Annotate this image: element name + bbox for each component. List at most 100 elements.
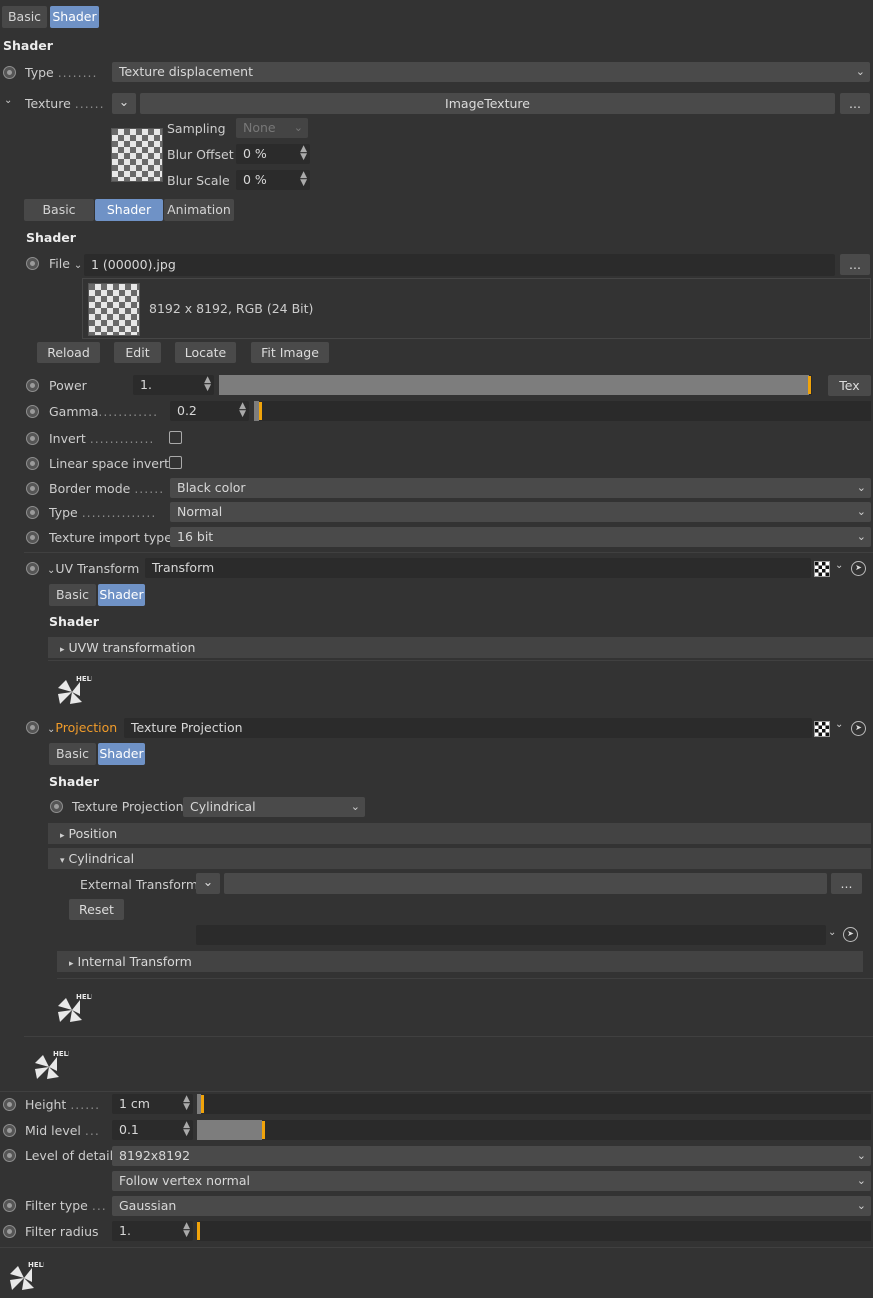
blur-offset-input[interactable]: 0 % ▲ ▼ xyxy=(236,144,310,164)
edit-button[interactable]: Edit xyxy=(114,342,161,363)
projection-label[interactable]: ⌄Projection xyxy=(47,720,117,735)
filter-radius-anim-radio[interactable] xyxy=(3,1225,16,1238)
height-slider[interactable] xyxy=(197,1094,871,1114)
internal-transform-section[interactable]: ▸ Internal Transform xyxy=(57,951,863,972)
height-anim-radio[interactable] xyxy=(3,1098,16,1111)
mid-level-anim-radio[interactable] xyxy=(3,1124,16,1137)
help-icon[interactable]: HELP xyxy=(4,1258,44,1298)
invert-checkbox[interactable] xyxy=(169,431,182,444)
type-anim-radio[interactable] xyxy=(3,66,16,79)
fit-image-button[interactable]: Fit Image xyxy=(251,342,329,363)
type-select[interactable]: Texture displacement ⌄ xyxy=(112,62,870,82)
stepper-icon[interactable]: ▲ ▼ xyxy=(239,402,246,419)
pick-arrow-icon[interactable]: ➤ xyxy=(851,561,866,576)
texture-menu-button[interactable]: ⌄ xyxy=(112,93,136,114)
filter-type-anim-radio[interactable] xyxy=(3,1199,16,1212)
tab-basic-top[interactable]: Basic xyxy=(2,6,47,28)
projection-anim-radio[interactable] xyxy=(26,721,39,734)
pick-arrow-icon[interactable]: ➤ xyxy=(851,721,866,736)
uvw-transformation-section[interactable]: ▸ UVW transformation xyxy=(48,637,873,658)
invert-anim-radio[interactable] xyxy=(26,432,39,445)
pick-arrow-icon[interactable]: ➤ xyxy=(843,927,858,942)
tex-button[interactable]: Tex xyxy=(828,375,871,396)
tex-projection-select[interactable]: Cylindrical ⌄ xyxy=(183,797,365,817)
uv-transform-field[interactable]: Transform xyxy=(145,558,811,578)
stepper-icon[interactable]: ▲ ▼ xyxy=(183,1121,190,1138)
border-mode-select[interactable]: Black color ⌄ xyxy=(170,478,871,498)
slider-knob[interactable] xyxy=(201,1095,204,1113)
divider xyxy=(24,552,873,553)
level-detail-select[interactable]: 8192x8192 ⌄ xyxy=(112,1146,871,1166)
stepper-icon[interactable]: ▲ ▼ xyxy=(300,171,307,188)
level-detail-anim-radio[interactable] xyxy=(3,1149,16,1162)
locate-button[interactable]: Locate xyxy=(175,342,236,363)
uv-transform-label[interactable]: ⌄UV Transform xyxy=(47,561,139,576)
mid-level-slider[interactable] xyxy=(197,1120,871,1140)
tab-shader-top[interactable]: Shader xyxy=(50,6,99,28)
slider-knob[interactable] xyxy=(808,376,811,394)
tex-projection-anim-radio[interactable] xyxy=(50,800,63,813)
stepper-icon[interactable]: ▲ ▼ xyxy=(183,1222,190,1239)
chevron-down-icon[interactable]: ⌄ xyxy=(828,927,836,938)
reset-button[interactable]: Reset xyxy=(69,899,124,920)
linear-invert-anim-radio[interactable] xyxy=(26,457,39,470)
stepper-icon[interactable]: ▲ ▼ xyxy=(204,376,211,393)
type2-anim-radio[interactable] xyxy=(26,506,39,519)
projection-field[interactable]: Texture Projection xyxy=(124,718,812,738)
divider xyxy=(0,1247,873,1248)
slider-knob[interactable] xyxy=(197,1222,200,1240)
slider-knob[interactable] xyxy=(259,402,262,420)
texture-shader-button[interactable]: ImageTexture xyxy=(140,93,835,114)
divider xyxy=(24,1036,873,1037)
type2-select[interactable]: Normal ⌄ xyxy=(170,502,871,522)
blur-scale-input[interactable]: 0 % ▲ ▼ xyxy=(236,170,310,190)
texture-collapse-icon[interactable]: ⌄ xyxy=(4,95,12,106)
tex-import-anim-radio[interactable] xyxy=(26,531,39,544)
external-transform-menu[interactable]: ⌄ xyxy=(196,873,220,894)
follow-normal-select[interactable]: Follow vertex normal ⌄ xyxy=(112,1171,871,1191)
proj-tab-shader[interactable]: Shader xyxy=(98,743,145,765)
chevron-down-icon[interactable]: ⌄ xyxy=(74,260,82,271)
position-section[interactable]: ▸ Position xyxy=(48,823,871,844)
linear-invert-checkbox[interactable] xyxy=(169,456,182,469)
tab-shader-inner[interactable]: Shader xyxy=(95,199,163,221)
external-transform-more[interactable]: ... xyxy=(831,873,862,894)
transform-link-field[interactable] xyxy=(196,925,826,945)
border-mode-anim-radio[interactable] xyxy=(26,482,39,495)
texture-more-button[interactable]: ... xyxy=(840,93,870,114)
power-slider[interactable] xyxy=(219,375,812,395)
uv-tab-basic[interactable]: Basic xyxy=(49,584,96,606)
proj-tab-basic[interactable]: Basic xyxy=(49,743,96,765)
reload-button[interactable]: Reload xyxy=(37,342,100,363)
filter-type-select[interactable]: Gaussian ⌄ xyxy=(112,1196,871,1216)
height-input[interactable]: 1 cm ▲ ▼ xyxy=(112,1094,193,1114)
chevron-down-icon[interactable]: ⌄ xyxy=(835,719,843,730)
power-anim-radio[interactable] xyxy=(26,379,39,392)
uv-tab-shader[interactable]: Shader xyxy=(98,584,145,606)
filter-radius-input[interactable]: 1. ▲ ▼ xyxy=(112,1221,193,1241)
stepper-icon[interactable]: ▲ ▼ xyxy=(300,145,307,162)
gamma-anim-radio[interactable] xyxy=(26,405,39,418)
filter-type-label: Filter type ... xyxy=(25,1198,107,1213)
tab-basic-inner[interactable]: Basic xyxy=(24,199,94,221)
tab-animation-inner[interactable]: Animation xyxy=(164,199,234,221)
file-anim-radio[interactable] xyxy=(26,257,39,270)
uv-transform-anim-radio[interactable] xyxy=(26,562,39,575)
cylindrical-section[interactable]: ▾ Cylindrical xyxy=(48,848,871,869)
chevron-down-icon[interactable]: ⌄ xyxy=(835,560,843,571)
help-icon[interactable]: HELP xyxy=(29,1047,69,1087)
tex-import-select[interactable]: 16 bit ⌄ xyxy=(170,527,871,547)
mid-level-input[interactable]: 0.1 ▲ ▼ xyxy=(112,1120,193,1140)
stepper-icon[interactable]: ▲ ▼ xyxy=(183,1095,190,1112)
file-path-input[interactable]: 1 (00000).jpg xyxy=(84,254,835,276)
power-input[interactable]: 1. ▲ ▼ xyxy=(133,375,214,395)
help-icon[interactable]: HELP xyxy=(52,990,92,1030)
slider-knob[interactable] xyxy=(262,1121,265,1139)
help-icon[interactable]: HELP xyxy=(52,672,92,712)
filter-radius-slider[interactable] xyxy=(197,1221,871,1241)
external-transform-field[interactable] xyxy=(224,873,827,894)
gamma-input[interactable]: 0.2 ▲ ▼ xyxy=(170,401,249,421)
file-browse-button[interactable]: ... xyxy=(840,254,870,275)
sampling-select[interactable]: None ⌄ xyxy=(236,118,308,138)
gamma-slider[interactable] xyxy=(254,401,871,421)
